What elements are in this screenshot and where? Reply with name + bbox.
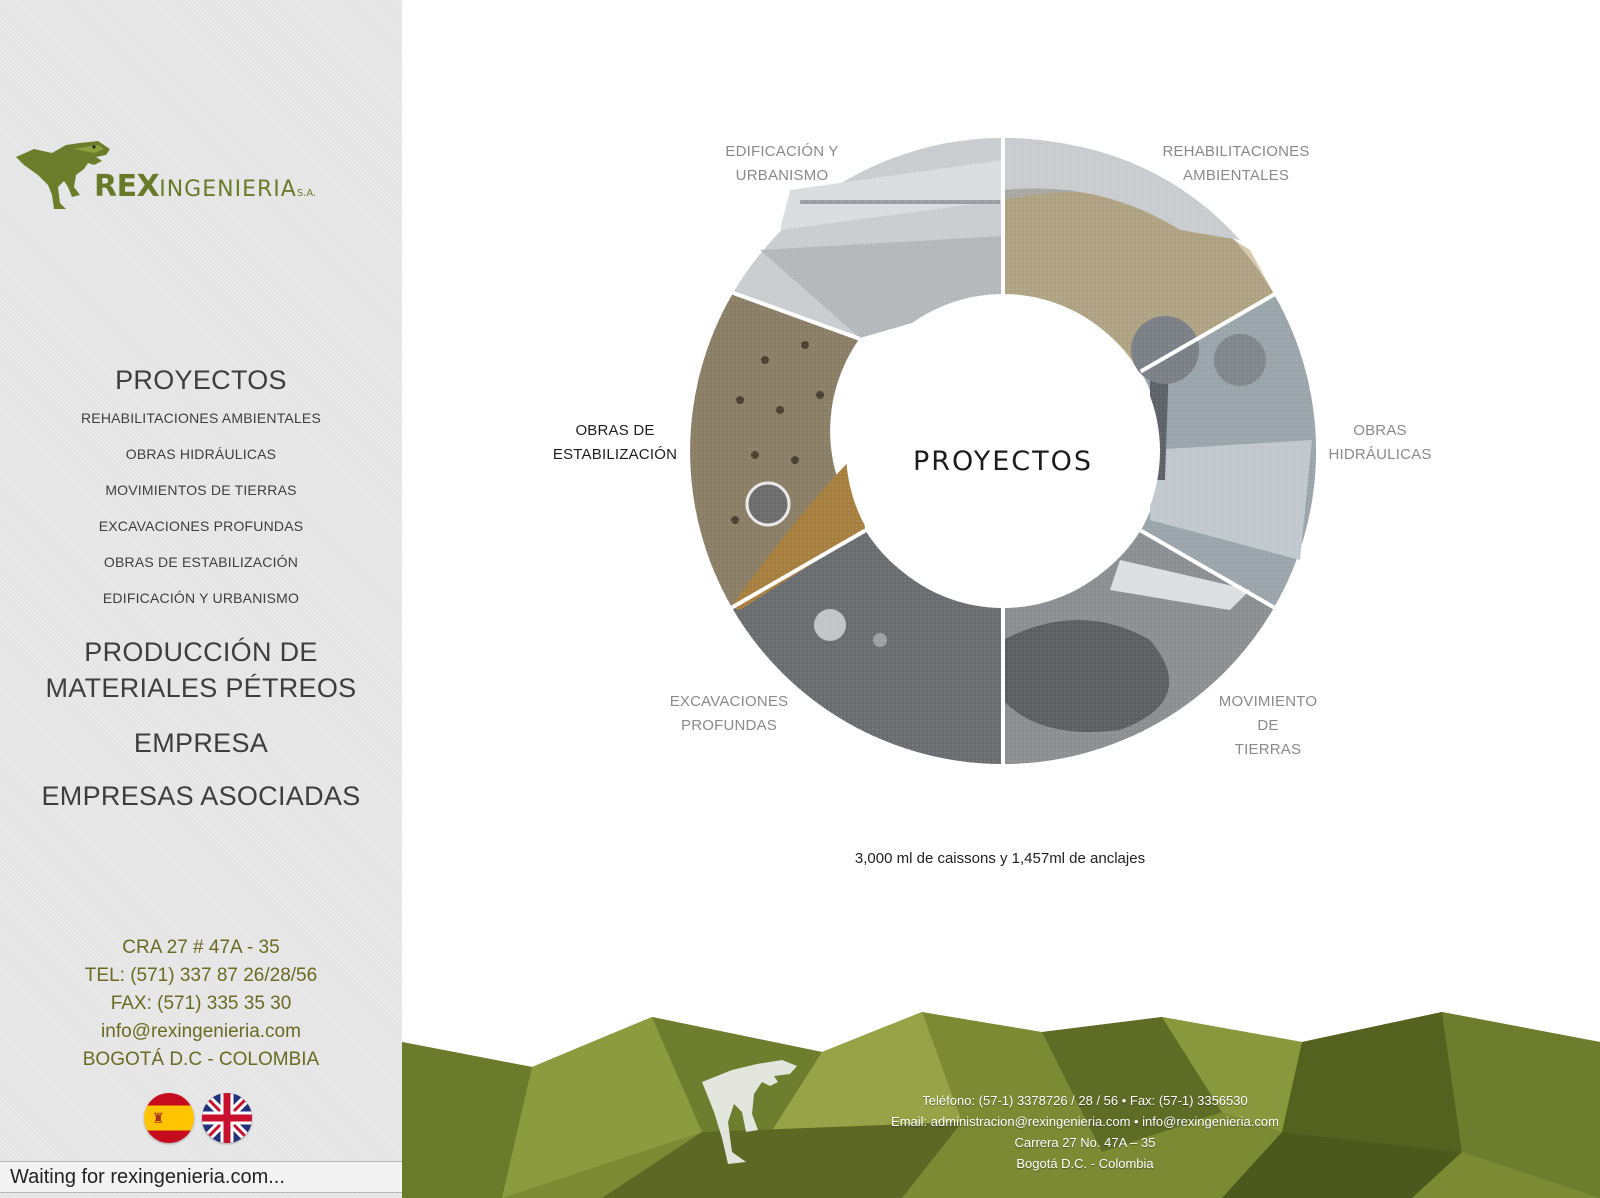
spain-flag-icon[interactable]: ♜	[144, 1093, 194, 1143]
sidebar: REXINGENIERIAS.A. PROYECTOS REHABILITACI…	[0, 0, 402, 1198]
uk-flag-icon[interactable]	[202, 1093, 252, 1143]
footer-phone: Teléfono: (57-1) 3378726 / 28 / 56 • Fax…	[922, 1093, 1248, 1108]
nav-edificacion-y-urbanismo[interactable]: EDIFICACIÓN Y URBANISMO	[0, 590, 402, 606]
nav-obras-de-estabilizacion[interactable]: OBRAS DE ESTABILIZACIÓN	[0, 554, 402, 570]
nav-produccion-materiales-petreos[interactable]: PRODUCCIÓN DE MATERIALES PÉTREOS	[0, 634, 402, 706]
logo-ingenieria: INGENIERIA	[159, 177, 297, 202]
label-obras-hidraulicas[interactable]: OBRAS HIDRÁULICAS	[1315, 419, 1445, 467]
contact-city: BOGOTÁ D.C - COLOMBIA	[82, 1049, 320, 1070]
nav-excavaciones-profundas[interactable]: EXCAVACIONES PROFUNDAS	[0, 518, 402, 534]
footer-contact: Teléfono: (57-1) 3378726 / 28 / 56 • Fax…	[820, 1090, 1350, 1174]
nav-empresa[interactable]: EMPRESA	[0, 725, 402, 761]
nav-proyectos[interactable]: PROYECTOS	[0, 362, 402, 398]
active-segment-indicator	[745, 481, 791, 527]
logo-rex: REX	[94, 169, 160, 204]
wheel-center-title: PROYECTOS	[912, 446, 1094, 477]
nav-rehabilitaciones-ambientales[interactable]: REHABILITACIONES AMBIENTALES	[0, 410, 402, 426]
rex-ingenieria-logo[interactable]: REXINGENIERIAS.A.	[14, 135, 394, 215]
contact-address: CRA 27 # 47A - 35	[122, 937, 280, 958]
contact-tel: TEL: (571) 337 87 26/28/56	[84, 965, 318, 986]
label-obras-de-estabilizacion[interactable]: OBRAS DE ESTABILIZACIÓN	[540, 419, 690, 467]
footer-city: Bogotá D.C. - Colombia	[1016, 1156, 1154, 1171]
label-excavaciones-profundas[interactable]: EXCAVACIONES PROFUNDAS	[644, 690, 814, 738]
nav-empresas-asociadas[interactable]: EMPRESAS ASOCIADAS	[0, 778, 402, 814]
nav-produccion-line1: PRODUCCIÓN DE	[84, 637, 318, 667]
project-caption: 3,000 ml de caissons y 1,457ml de anclaj…	[854, 850, 1146, 867]
logo-sa: S.A.	[296, 188, 317, 199]
label-movimiento-de-tierras[interactable]: MOVIMIENTO DE TIERRAS	[1203, 690, 1333, 762]
footer-email[interactable]: Email: administracion@rexingenieria.com …	[820, 1111, 1350, 1132]
contact-email[interactable]: info@rexingenieria.com	[0, 1021, 402, 1043]
nav-movimientos-de-tierras[interactable]: MOVIMIENTOS DE TIERRAS	[0, 482, 402, 498]
label-edificacion-urbanismo[interactable]: EDIFICACIÓN Y URBANISMO	[694, 140, 870, 188]
contact-fax: FAX: (571) 335 35 30	[110, 993, 292, 1014]
nav-produccion-line2: MATERIALES PÉTREOS	[45, 673, 357, 703]
footer-address: Carrera 27 No. 47A – 35	[1014, 1135, 1156, 1150]
nav-obras-hidraulicas[interactable]: OBRAS HIDRÁULICAS	[0, 446, 402, 462]
logo-wordmark: REXINGENIERIAS.A.	[94, 169, 316, 204]
label-rehabilitaciones-ambientales[interactable]: REHABILITACIONES AMBIENTALES	[1146, 140, 1326, 188]
